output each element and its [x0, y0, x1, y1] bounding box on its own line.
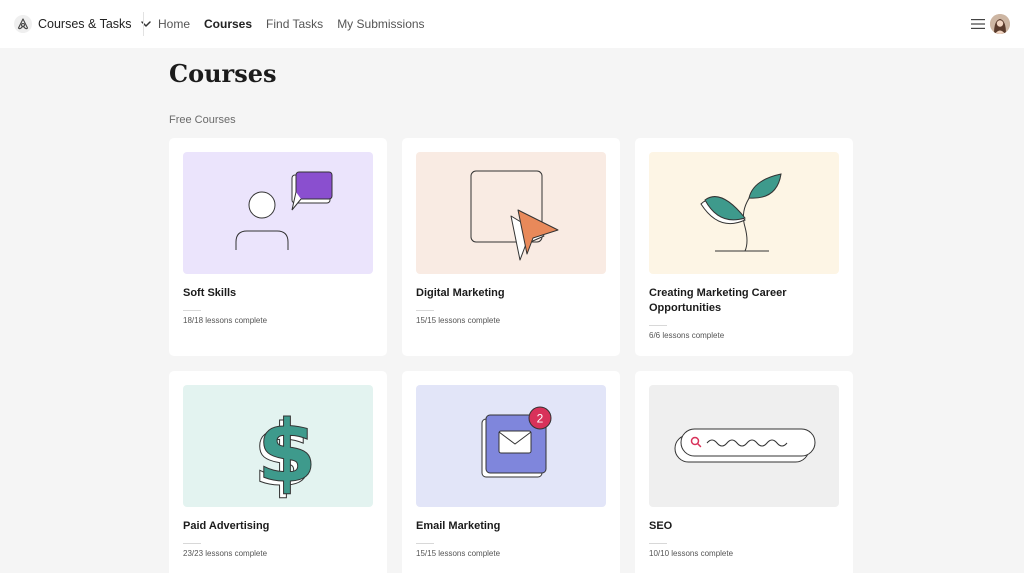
course-title: Digital Marketing — [416, 287, 505, 299]
course-card-soft-skills[interactable]: Soft Skills 18/18 lessons complete — [169, 138, 387, 356]
course-progress: 23/23 lessons complete — [183, 549, 268, 558]
page-title: Courses — [169, 59, 277, 88]
notification-count: 2 — [537, 412, 544, 426]
section-switcher-dropdown[interactable]: Courses & Tasks — [38, 12, 152, 36]
top-navigation-bar: Courses & Tasks Home Courses Find Tasks … — [0, 0, 1024, 48]
section-heading-free-courses: Free Courses — [169, 114, 236, 126]
user-avatar[interactable] — [990, 14, 1010, 34]
divider — [183, 543, 201, 544]
section-switcher-label: Courses & Tasks — [38, 17, 132, 31]
nav-find-tasks[interactable]: Find Tasks — [266, 17, 323, 31]
divider — [416, 310, 434, 311]
divider — [183, 310, 201, 311]
nav-home[interactable]: Home — [158, 17, 190, 31]
hamburger-menu-icon[interactable] — [971, 18, 985, 30]
course-progress: 10/10 lessons complete — [649, 549, 734, 558]
course-title: Paid Advertising — [183, 520, 270, 532]
dollar-sign-illustration: $ $ — [183, 385, 373, 507]
course-progress: 6/6 lessons complete — [649, 331, 725, 340]
airbnb-logo-icon[interactable] — [14, 15, 32, 33]
course-card-creating-marketing-career-opportunities[interactable]: Creating Marketing Career Opportunities … — [635, 138, 853, 356]
main-nav: Home Courses Find Tasks My Submissions — [158, 0, 425, 48]
nav-my-submissions[interactable]: My Submissions — [337, 17, 424, 31]
course-title: Email Marketing — [416, 520, 501, 532]
chevron-down-icon — [140, 21, 151, 27]
course-card-email-marketing[interactable]: 2 Email Marketing 15/15 lessons complete — [402, 371, 620, 573]
course-card-seo[interactable]: SEO 10/10 lessons complete — [635, 371, 853, 573]
course-title: Creating Marketing Career Opportunities — [649, 287, 787, 314]
digital-marketing-illustration — [416, 152, 606, 274]
course-card-paid-advertising[interactable]: $ $ Paid Advertising 23/23 lessons compl… — [169, 371, 387, 573]
divider — [649, 325, 667, 326]
course-progress: 15/15 lessons complete — [416, 316, 501, 325]
header-divider — [143, 12, 144, 36]
course-card-digital-marketing[interactable]: Digital Marketing 15/15 lessons complete — [402, 138, 620, 356]
nav-courses[interactable]: Courses — [204, 17, 252, 31]
course-title: Soft Skills — [183, 287, 237, 299]
search-bar-illustration — [649, 385, 839, 507]
course-progress: 15/15 lessons complete — [416, 549, 501, 558]
soft-skills-illustration — [183, 152, 373, 274]
divider — [649, 543, 667, 544]
divider — [416, 543, 434, 544]
svg-text:$: $ — [257, 402, 317, 502]
email-notification-illustration: 2 — [416, 385, 606, 507]
plant-illustration — [649, 152, 839, 274]
course-progress: 18/18 lessons complete — [183, 316, 268, 325]
course-title: SEO — [649, 520, 673, 532]
